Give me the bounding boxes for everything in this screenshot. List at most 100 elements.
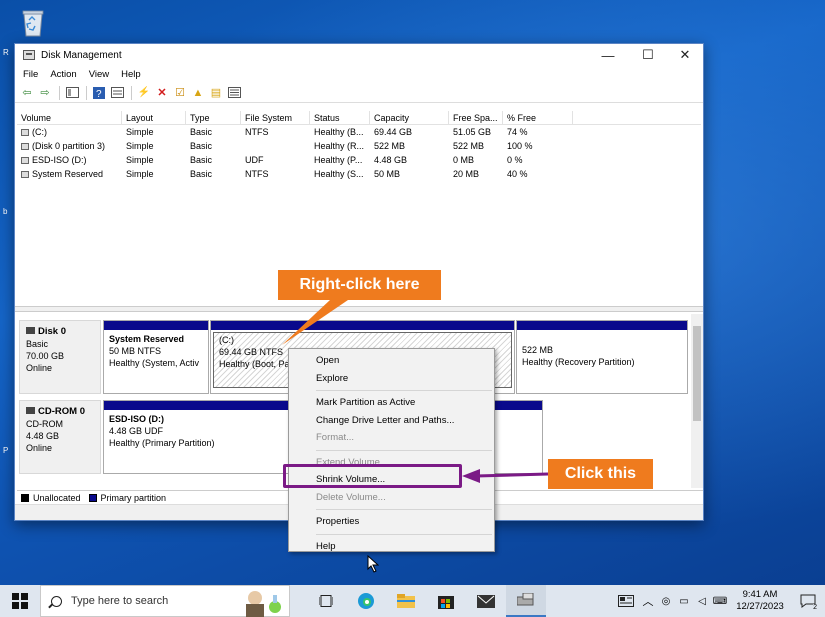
start-button[interactable] (0, 585, 40, 617)
windows-logo-icon (12, 593, 28, 609)
disk-management-app-icon (23, 50, 35, 60)
mouse-cursor-icon (367, 555, 379, 573)
table-cell: 20 MB (453, 169, 480, 179)
column-header[interactable]: Free Spa... (449, 110, 503, 125)
desktop-icon-fragment: b (3, 207, 8, 216)
table-cell: 0 % (507, 155, 523, 165)
taskbar-search-box[interactable]: Type here to search (40, 585, 290, 617)
mail-icon[interactable] (466, 585, 506, 617)
cdrom-0-label[interactable]: CD-ROM 0 CD-ROM 4.48 GB Online (19, 400, 101, 474)
column-header[interactable]: Capacity (370, 110, 449, 125)
table-cell: Healthy (R... (314, 141, 365, 151)
disk-management-taskbar-icon[interactable] (506, 585, 546, 617)
menu-item-properties[interactable]: Properties (289, 513, 494, 531)
desktop-icon-fragment: R (3, 48, 9, 57)
table-row[interactable]: (Disk 0 partition 3) Simple Basic Health… (17, 139, 701, 153)
menu-file[interactable]: File (23, 69, 38, 80)
table-cell: 74 % (507, 127, 528, 137)
table-row[interactable]: System Reserved Simple Basic NTFS Health… (17, 167, 701, 181)
menu-help[interactable]: Help (121, 69, 141, 80)
menu-item-help[interactable]: Help (289, 538, 494, 556)
notification-center-button[interactable]: 2 (791, 585, 825, 617)
disk-map-scrollbar[interactable] (691, 314, 703, 488)
partition-status: Healthy (System, Activ (109, 358, 200, 368)
partition-recovery[interactable]: 522 MB Healthy (Recovery Partition) (516, 320, 688, 394)
recycle-bin-icon[interactable] (18, 6, 48, 38)
network-icon[interactable]: ▭ (675, 585, 693, 617)
pane-splitter[interactable] (15, 306, 703, 312)
table-cell: Healthy (B... (314, 127, 364, 137)
folder-search-icon[interactable]: ▤ (208, 85, 224, 101)
partition-header-bar (104, 321, 208, 330)
column-header[interactable]: Status (310, 110, 370, 125)
close-button[interactable]: ✕ (665, 44, 705, 66)
input-method-icon[interactable]: ⌨ (711, 585, 729, 617)
partition-size: 50 MB NTFS (109, 346, 162, 356)
search-placeholder: Type here to search (71, 595, 169, 607)
table-cell: 40 % (507, 169, 528, 179)
context-menu: Open Explore Mark Partition as Active Ch… (288, 348, 495, 552)
table-row[interactable]: (C:) Simple Basic NTFS Healthy (B... 69.… (17, 125, 701, 139)
column-header[interactable]: Volume (17, 110, 122, 125)
help-icon[interactable]: ? (91, 85, 107, 101)
menu-item-explore[interactable]: Explore (289, 370, 494, 388)
toolbar: ⇦ ⇨ ? ⚡ ✕ ☑ ▲ ▤ (15, 83, 703, 103)
minimize-button[interactable]: — (588, 44, 628, 66)
volume-icon[interactable]: ◁ (693, 585, 711, 617)
menu-item-mark-active[interactable]: Mark Partition as Active (289, 394, 494, 412)
table-cell: 522 MB (453, 141, 485, 151)
table-cell: ESD-ISO (D:) (32, 155, 87, 165)
folder-up-icon[interactable]: ▲ (190, 85, 206, 101)
partition-system-reserved[interactable]: System Reserved 50 MB NTFS Healthy (Syst… (103, 320, 209, 394)
menu-item-open[interactable]: Open (289, 352, 494, 370)
volume-list: Volume Layout Type File System Status Ca… (17, 110, 701, 181)
partition-size: 522 MB (522, 345, 554, 355)
forward-arrow-icon[interactable]: ⇨ (37, 85, 53, 101)
microsoft-store-icon[interactable] (426, 585, 466, 617)
table-cell: System Reserved (32, 169, 104, 179)
toolbar-divider (86, 85, 87, 100)
disk-state: Online (26, 443, 53, 453)
column-header[interactable]: % Free (503, 110, 573, 125)
column-header[interactable]: Layout (122, 110, 186, 125)
column-header[interactable]: Type (186, 110, 241, 125)
primary-partition-swatch (88, 493, 97, 502)
chevron-up-icon[interactable]: ︿ (639, 585, 657, 617)
table-cell: 100 % (507, 141, 533, 151)
partition-status: Healthy (Recovery Partition) (522, 357, 635, 367)
menu-view[interactable]: View (89, 69, 109, 80)
disk-state: Online (26, 363, 53, 373)
menu-separator (316, 390, 492, 391)
scrollbar-thumb[interactable] (693, 326, 701, 421)
menu-separator (316, 449, 492, 451)
console-tree-icon[interactable] (64, 85, 80, 101)
menu-item-format: Format... (316, 432, 355, 443)
menu-item-delete-volume: Delete Volume... (316, 491, 386, 503)
maximize-button[interactable]: ☐ (628, 44, 668, 66)
file-explorer-icon[interactable] (386, 585, 426, 617)
back-arrow-icon[interactable]: ⇦ (19, 85, 35, 101)
menu-item-change-drive-letter[interactable]: Change Drive Letter and Paths... (289, 412, 494, 430)
callout-click-this: Click this (548, 459, 653, 489)
checklist-icon[interactable]: ☑ (172, 85, 188, 101)
column-header[interactable]: File System (241, 110, 310, 125)
news-widget-icon[interactable] (613, 585, 639, 617)
clock-time: 9:41 AM (742, 589, 778, 600)
disk-type: Basic (26, 339, 49, 349)
toolbar-divider (131, 85, 132, 100)
menu-action[interactable]: Action (50, 69, 76, 80)
properties-icon[interactable] (109, 85, 125, 101)
connect-icon[interactable]: ⚡ (136, 85, 152, 101)
task-view-icon[interactable] (306, 585, 346, 617)
clock[interactable]: 9:41 AM 12/27/2023 (729, 589, 791, 613)
disk-name: Disk 0 (38, 326, 66, 337)
toolbar-divider (59, 85, 60, 100)
table-row[interactable]: ESD-ISO (D:) Simple Basic UDF Healthy (P… (17, 153, 701, 167)
delete-icon[interactable]: ✕ (154, 85, 170, 101)
edge-browser-icon[interactable] (346, 585, 386, 617)
disk-0-label[interactable]: Disk 0 Basic 70.00 GB Online (19, 320, 101, 394)
table-cell: Basic (190, 169, 213, 179)
system-tray: ︿ ◎ ▭ ◁ ⌨ 9:41 AM 12/27/2023 2 (613, 585, 825, 617)
list-view-icon[interactable] (226, 85, 242, 101)
meet-now-icon[interactable]: ◎ (657, 585, 675, 617)
